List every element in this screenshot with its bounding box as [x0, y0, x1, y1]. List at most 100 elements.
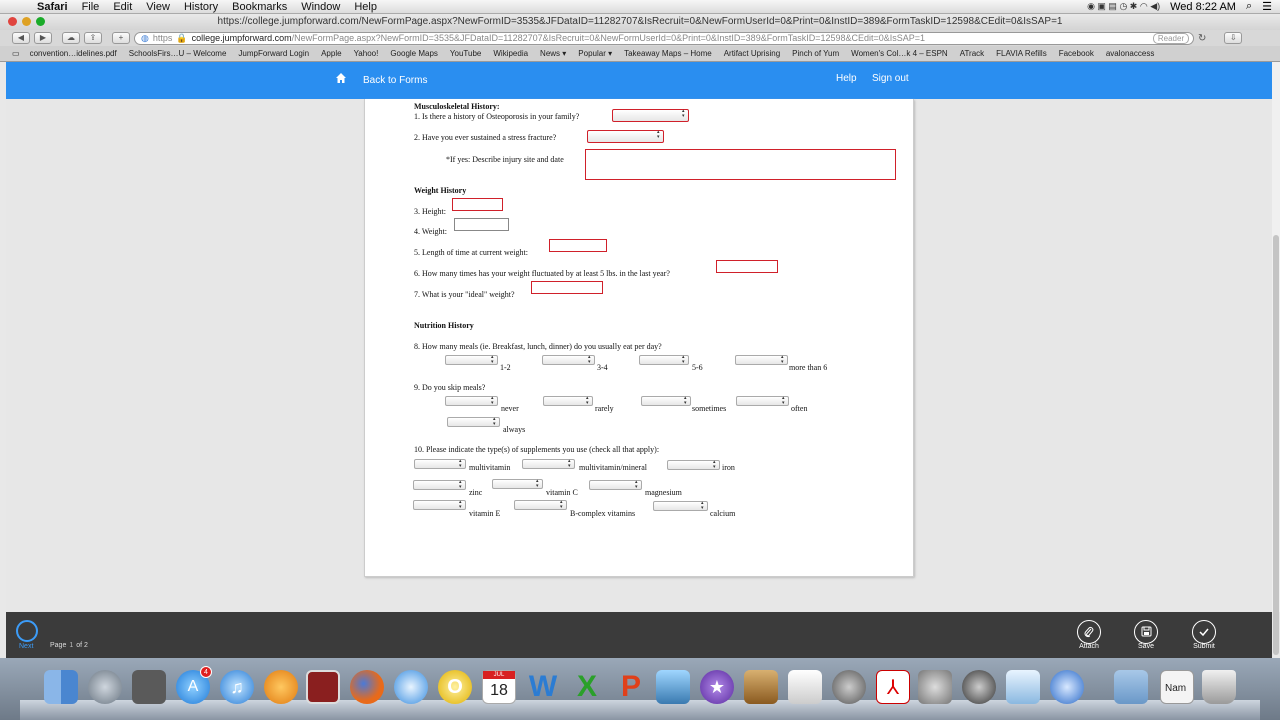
ibooks-icon[interactable]: [264, 670, 298, 704]
ideal-weight-input[interactable]: [531, 281, 603, 294]
bookmark-item[interactable]: Women's Col…k 4 – ESPN: [845, 49, 954, 58]
menu-help[interactable]: Help: [347, 1, 384, 13]
q9-select-never[interactable]: [445, 396, 498, 406]
weight-input[interactable]: [454, 218, 509, 231]
q2-select[interactable]: [587, 130, 664, 143]
q10-select-multivitamin[interactable]: [414, 459, 466, 469]
menu-app-safari[interactable]: Safari: [30, 1, 75, 13]
numbers-icon[interactable]: [788, 670, 822, 704]
bookmark-item[interactable]: News ▾: [534, 49, 572, 58]
q10-select-magnesium[interactable]: [589, 480, 642, 490]
q10-select-vitamin-e[interactable]: [413, 500, 466, 510]
q1-select[interactable]: [612, 109, 689, 122]
applications-folder-icon[interactable]: [1114, 670, 1148, 704]
q8-select-5-6[interactable]: [639, 355, 689, 365]
menu-view[interactable]: View: [139, 1, 177, 13]
page-number[interactable]: 1: [69, 642, 73, 649]
save-label[interactable]: Save: [1126, 643, 1166, 650]
clock[interactable]: Wed 8:22 AM: [1170, 1, 1236, 13]
status-icons[interactable]: ◉ ▣ ▤ ◷ ✱ ◠ ◀): [1087, 1, 1160, 12]
reader-button[interactable]: Reader: [1153, 32, 1189, 44]
attach-label[interactable]: Attach: [1069, 643, 1109, 650]
help-link[interactable]: Help: [836, 73, 857, 84]
calendar-icon[interactable]: JUL 18: [482, 670, 516, 704]
q10-select-multivitamin-mineral[interactable]: [522, 459, 575, 469]
word-icon[interactable]: W: [526, 670, 560, 704]
bookmark-item[interactable]: Apple: [315, 49, 347, 58]
bookmark-item[interactable]: avalonaccess: [1100, 49, 1160, 58]
list-icon[interactable]: ☰: [1262, 0, 1272, 13]
share-icon[interactable]: ⇪: [84, 32, 102, 44]
photo-slideshow-icon[interactable]: [306, 670, 340, 704]
itunes-icon[interactable]: ♫: [220, 670, 254, 704]
quicktime-icon[interactable]: [1050, 670, 1084, 704]
trash-icon[interactable]: [1202, 670, 1236, 704]
attach-button[interactable]: [1077, 620, 1101, 644]
page-scrollbar-thumb[interactable]: [1273, 235, 1279, 655]
q9-select-sometimes[interactable]: [641, 396, 691, 406]
firefox-icon[interactable]: [350, 670, 384, 704]
finder-icon[interactable]: [44, 670, 78, 704]
weight-fluctuation-input[interactable]: [716, 260, 778, 273]
minimize-window-icon[interactable]: [22, 17, 31, 26]
excel-icon[interactable]: X: [570, 670, 604, 704]
bookmark-item[interactable]: Wikipedia: [487, 49, 534, 58]
close-window-icon[interactable]: [8, 17, 17, 26]
forward-icon[interactable]: ▶: [34, 32, 52, 44]
outlook-icon[interactable]: O: [438, 670, 472, 704]
zoom-window-icon[interactable]: [36, 17, 45, 26]
next-page-button[interactable]: [16, 620, 38, 642]
q10-select-iron[interactable]: [667, 460, 720, 470]
q9-select-always[interactable]: [447, 417, 500, 427]
menu-bookmarks[interactable]: Bookmarks: [225, 1, 294, 13]
launchpad-icon[interactable]: [88, 670, 122, 704]
bookmark-item[interactable]: Facebook: [1053, 49, 1100, 58]
bookmark-item[interactable]: convention…idelines.pdf: [24, 49, 123, 58]
facetime-icon[interactable]: [962, 670, 996, 704]
q10-select-b-complex[interactable]: [514, 500, 567, 510]
q10-select-zinc[interactable]: [413, 480, 466, 490]
address-bar[interactable]: ◍ https 🔒 college.jumpforward.com/NewFor…: [134, 31, 1194, 45]
q8-select-3-4[interactable]: [542, 355, 595, 365]
next-label[interactable]: Next: [19, 643, 33, 650]
documents-stack-icon[interactable]: Nam: [1160, 670, 1194, 704]
bookmark-item[interactable]: ATrack: [954, 49, 990, 58]
menu-history[interactable]: History: [177, 1, 225, 13]
menu-file[interactable]: File: [75, 1, 107, 13]
photo-booth-icon[interactable]: [132, 670, 166, 704]
q8-select-more-than-6[interactable]: [735, 355, 788, 365]
home-icon[interactable]: [335, 72, 347, 84]
height-input[interactable]: [452, 198, 503, 211]
q9-select-often[interactable]: [736, 396, 789, 406]
sign-out-link[interactable]: Sign out: [872, 73, 909, 84]
bookmark-item[interactable]: FLAVIA Refills: [990, 49, 1053, 58]
menu-window[interactable]: Window: [294, 1, 347, 13]
acrobat-icon[interactable]: ⅄: [876, 670, 910, 704]
safari-icon[interactable]: [394, 670, 428, 704]
bookmark-item[interactable]: Google Maps: [384, 49, 444, 58]
search-icon[interactable]: ⌕: [1246, 0, 1252, 13]
imovie-icon[interactable]: ★: [700, 670, 734, 704]
q9-select-rarely[interactable]: [543, 396, 593, 406]
back-to-forms-link[interactable]: Back to Forms: [363, 75, 427, 86]
system-preferences-icon[interactable]: [918, 670, 952, 704]
reload-icon[interactable]: ↻: [1198, 33, 1206, 44]
preview-icon[interactable]: [1006, 670, 1040, 704]
submit-label[interactable]: Submit: [1184, 643, 1224, 650]
submit-button[interactable]: [1192, 620, 1216, 644]
bookmark-item[interactable]: Yahoo!: [348, 49, 385, 58]
q8-select-1-2[interactable]: [445, 355, 498, 365]
icloud-icon[interactable]: ☁: [62, 32, 80, 44]
bookmark-item[interactable]: Pinch of Yum: [786, 49, 845, 58]
bookmark-item[interactable]: YouTube: [444, 49, 487, 58]
keynote-icon[interactable]: [744, 670, 778, 704]
powerpoint-icon[interactable]: P: [614, 670, 648, 704]
menu-edit[interactable]: Edit: [106, 1, 139, 13]
injury-description-textarea[interactable]: [585, 149, 896, 180]
back-icon[interactable]: ◀: [12, 32, 30, 44]
save-button[interactable]: [1134, 620, 1158, 644]
bookmark-item[interactable]: Takeaway Maps – Home: [618, 49, 718, 58]
script-editor-icon[interactable]: [832, 670, 866, 704]
q10-select-vitamin-c[interactable]: [492, 479, 543, 489]
new-tab-icon[interactable]: +: [112, 32, 130, 44]
